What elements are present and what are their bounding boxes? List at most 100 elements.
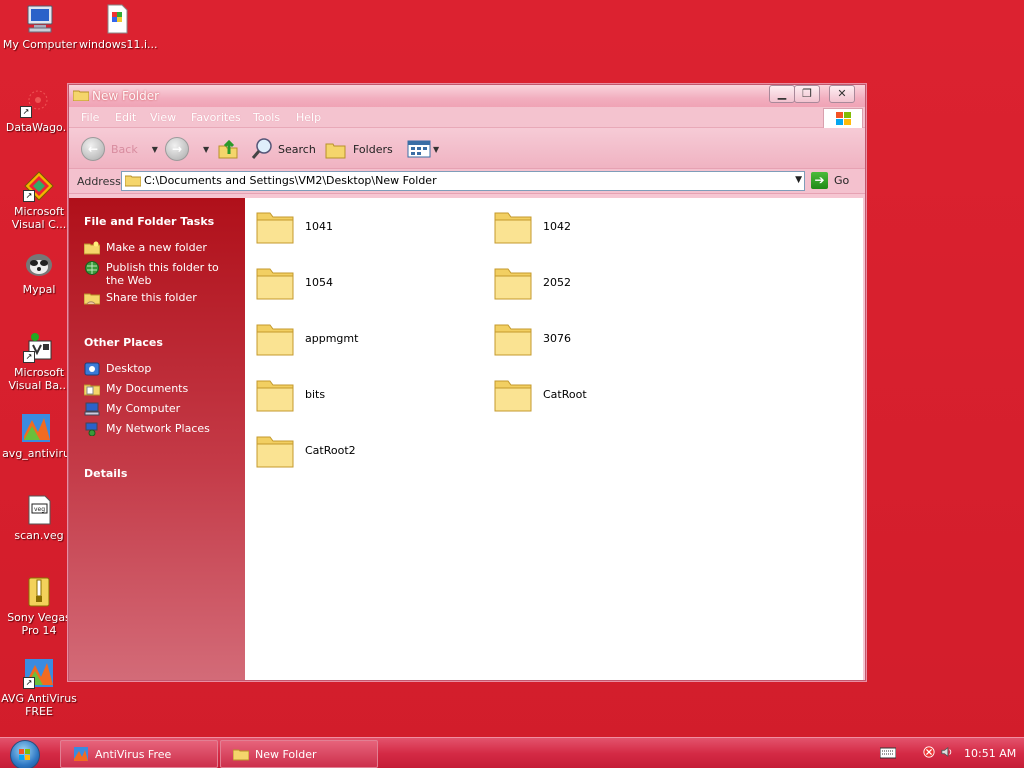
up-folder-button[interactable] xyxy=(217,137,239,161)
taskbar-button-new-folder[interactable]: New Folder xyxy=(220,740,378,768)
folder-icon xyxy=(233,749,249,761)
tp-link-label: Share this folder xyxy=(106,291,197,304)
desktop-icon xyxy=(84,362,100,376)
keyboard-icon[interactable] xyxy=(880,747,896,759)
desktop-icon-visual-basic[interactable]: ↗ Microsoft Visual Ba... xyxy=(1,331,77,392)
folder-name: CatRoot2 xyxy=(305,443,356,457)
other-places-title[interactable]: Other Places xyxy=(84,336,163,349)
menu-edit[interactable]: Edit xyxy=(115,111,136,124)
task-pane: File and Folder Tasks Make a new folder … xyxy=(69,198,245,680)
desktop-icon-label: Microsoft Visual C... xyxy=(11,205,67,231)
taskbar-button-antivirus[interactable]: AntiVirus Free xyxy=(60,740,218,768)
folder-item[interactable]: 3076 xyxy=(493,319,571,357)
folder-item[interactable]: CatRoot xyxy=(493,375,587,413)
maximize-button[interactable]: ❐ xyxy=(794,85,820,103)
start-button[interactable] xyxy=(10,740,40,768)
folder-item[interactable]: CatRoot2 xyxy=(255,431,356,469)
security-alert-icon[interactable] xyxy=(922,746,936,758)
share-folder-icon xyxy=(84,293,100,305)
tp-link-label: My Documents xyxy=(106,382,189,395)
menu-view[interactable]: View xyxy=(150,111,176,124)
desktop-icon-visual-c[interactable]: ↗ Microsoft Visual C... xyxy=(1,170,77,231)
desktop-icon-windows11-iso[interactable]: windows11.i... xyxy=(79,3,158,51)
folder-name: 2052 xyxy=(543,275,571,289)
mypal-icon xyxy=(23,248,55,280)
my-computer-icon xyxy=(84,402,100,416)
desktop-icon-avg-antivirus[interactable]: ↗ AVG AntiVirus FREE xyxy=(1,657,77,718)
shortcut-arrow-icon: ↗ xyxy=(23,677,35,689)
address-path: C:\Documents and Settings\VM2\Desktop\Ne… xyxy=(144,174,437,187)
back-arrow-icon: ← xyxy=(81,137,105,161)
datawago-icon: ↗ xyxy=(20,86,52,118)
menu-file[interactable]: File xyxy=(81,111,99,124)
folders-label: Folders xyxy=(353,142,393,156)
folder-item[interactable]: 2052 xyxy=(493,263,571,301)
folders-button[interactable]: Folders xyxy=(325,137,393,161)
make-new-folder-link[interactable]: Make a new folder xyxy=(84,241,226,255)
views-button[interactable]: ▼ xyxy=(407,137,439,161)
go-arrow-icon: ➔ xyxy=(811,172,828,189)
desktop-icon-avg-installer[interactable]: avg_antiviru xyxy=(0,412,74,460)
new-folder-icon xyxy=(84,241,100,255)
folder-item[interactable]: 1041 xyxy=(255,207,333,245)
views-icon xyxy=(407,140,431,158)
folder-item[interactable]: bits xyxy=(255,375,325,413)
address-label: Address xyxy=(77,175,121,188)
shortcut-arrow-icon: ↗ xyxy=(23,190,35,202)
desktop-icon-scan-veg[interactable]: veg scan.veg xyxy=(1,494,77,542)
go-button[interactable]: ➔ Go xyxy=(811,172,849,189)
forward-button[interactable]: → ▼ xyxy=(165,137,209,161)
restore-icon: ❐ xyxy=(802,87,812,100)
iso-file-icon xyxy=(101,3,133,35)
minimize-button[interactable]: ▁ xyxy=(769,85,795,103)
desktop-icon-my-computer[interactable]: My Computer xyxy=(2,3,78,51)
content-area: File and Folder Tasks Make a new folder … xyxy=(69,198,865,680)
address-input[interactable]: C:\Documents and Settings\VM2\Desktop\Ne… xyxy=(121,171,805,191)
chevron-down-icon[interactable]: ▼ xyxy=(203,145,209,154)
file-list-pane[interactable]: 1041 1042 1054 2052 appmgmt 3076 bits Ca… xyxy=(245,198,863,680)
share-folder-link[interactable]: Share this folder xyxy=(84,291,226,305)
clock[interactable]: 10:51 AM xyxy=(964,747,1016,760)
desktop-icon-mypal[interactable]: Mypal xyxy=(1,248,77,296)
chevron-down-icon[interactable]: ▼ xyxy=(152,145,158,154)
my-documents-link[interactable]: My Documents xyxy=(84,382,226,396)
folder-name: 1041 xyxy=(305,219,333,233)
desktop-icon-label: Microsoft Visual Ba... xyxy=(8,366,70,392)
folder-icon xyxy=(494,268,532,300)
tp-link-label: Publish this folder to the Web xyxy=(106,261,219,287)
close-button[interactable]: ✕ xyxy=(829,85,855,103)
title-bar[interactable]: New Folder ▁ ❐ ✕ xyxy=(69,85,865,107)
minimize-icon: ▁ xyxy=(777,87,787,100)
windows-logo-icon xyxy=(19,749,30,760)
my-network-places-link[interactable]: My Network Places xyxy=(84,422,226,436)
folder-item[interactable]: appmgmt xyxy=(255,319,358,357)
folder-name: appmgmt xyxy=(305,331,359,345)
details-title[interactable]: Details xyxy=(84,467,127,480)
my-computer-link[interactable]: My Computer xyxy=(84,402,226,416)
tp-link-label: My Computer xyxy=(106,402,181,415)
explorer-window[interactable]: New Folder ▁ ❐ ✕ File Edit View Favorite… xyxy=(68,84,866,681)
desktop-icon-label: AVG AntiVirus FREE xyxy=(1,692,77,718)
folder-icon xyxy=(256,324,294,356)
desktop-link[interactable]: Desktop xyxy=(84,362,226,376)
folder-item[interactable]: 1054 xyxy=(255,263,333,301)
desktop-icon-label: DataWago. xyxy=(5,121,67,134)
chevron-down-icon: ▼ xyxy=(433,144,440,154)
desktop-icon-sony-vegas[interactable]: Sony Vegas Pro 14 xyxy=(1,576,77,637)
publish-folder-link[interactable]: Publish this folder to the Web xyxy=(84,261,226,287)
desktop-icon-label: My Computer xyxy=(2,38,78,51)
folder-name: 1042 xyxy=(543,219,571,233)
shortcut-arrow-icon: ↗ xyxy=(23,351,35,363)
file-folder-tasks-title[interactable]: File and Folder Tasks xyxy=(84,215,214,228)
folder-item[interactable]: 1042 xyxy=(493,207,571,245)
speaker-icon[interactable] xyxy=(940,746,954,758)
back-button[interactable]: ← Back ▼ xyxy=(81,137,158,161)
search-label: Search xyxy=(278,142,316,156)
menu-favorites[interactable]: Favorites xyxy=(191,111,241,124)
menu-help[interactable]: Help xyxy=(296,111,321,124)
search-button[interactable]: Search xyxy=(251,137,316,161)
chevron-down-icon[interactable]: ▼ xyxy=(795,175,802,185)
menu-tools[interactable]: Tools xyxy=(253,111,280,124)
desktop-icon-datawago[interactable]: ↗ DataWago. xyxy=(0,86,74,134)
up-folder-icon xyxy=(218,139,238,159)
